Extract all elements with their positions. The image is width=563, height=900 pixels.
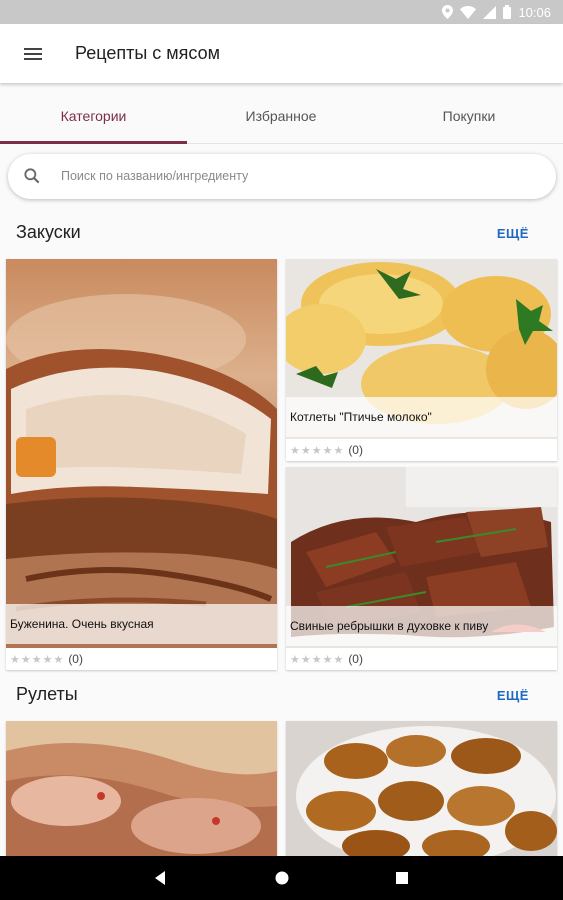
status-bar: 10:06 (0, 0, 563, 24)
section-title-rolls: Рулеты (16, 684, 78, 704)
recipe-card[interactable] (286, 721, 557, 861)
rating-stars-icon: ★★★★★ (290, 444, 345, 457)
more-button-snacks[interactable]: ЕЩЁ (497, 226, 529, 241)
recipe-rating: ★★★★★ (0) (286, 439, 557, 461)
recipe-card[interactable]: Свиные ребрышки в духовке к пиву ★★★★★ (… (286, 467, 557, 670)
rating-count: (0) (348, 443, 363, 457)
battery-icon (503, 5, 512, 19)
recipe-title: Буженина. Очень вкусная (6, 604, 277, 644)
tab-categories[interactable]: Категории (0, 87, 187, 144)
recipe-card[interactable]: Котлеты "Птичье молоко" ★★★★★ (0) (286, 259, 557, 461)
recipe-title: Котлеты "Птичье молоко" (286, 397, 557, 437)
rating-count: (0) (348, 652, 363, 666)
signal-icon (483, 5, 497, 19)
recipe-title: Свиные ребрышки в духовке к пиву (286, 606, 557, 646)
rating-stars-icon: ★★★★★ (10, 653, 65, 666)
recipe-image (286, 721, 557, 861)
navigation-bar (0, 856, 563, 900)
tab-favorites[interactable]: Избранное (187, 87, 375, 144)
tab-indicator (0, 141, 187, 144)
rating-stars-icon: ★★★★★ (290, 653, 345, 666)
rating-count: (0) (68, 652, 83, 666)
app-bar: Рецепты с мясом (0, 24, 563, 83)
search-placeholder: Поиск по названию/ингредиенту (61, 169, 249, 183)
status-icons: 10:06 (442, 0, 551, 24)
recipe-card[interactable] (6, 721, 277, 861)
recipe-rating: ★★★★★ (0) (286, 648, 557, 670)
wifi-icon (460, 5, 477, 19)
recipe-rating: ★★★★★ (0) (6, 648, 277, 670)
location-icon (442, 5, 454, 19)
recents-icon[interactable] (394, 870, 410, 886)
page-title: Рецепты с мясом (75, 43, 220, 63)
tab-bar: Категории Избранное Покупки (0, 87, 563, 144)
home-icon[interactable] (274, 870, 290, 886)
recipe-image (6, 259, 277, 648)
tab-shopping[interactable]: Покупки (375, 87, 563, 144)
status-time: 10:06 (518, 4, 551, 20)
recipe-image (6, 721, 277, 861)
hamburger-icon[interactable] (21, 42, 45, 66)
search-icon (24, 168, 40, 184)
back-icon[interactable] (152, 870, 168, 886)
section-title-snacks: Закуски (16, 222, 81, 242)
more-button-rolls[interactable]: ЕЩЁ (497, 688, 529, 703)
search-input[interactable]: Поиск по названию/ингредиенту (8, 154, 556, 199)
recipe-card[interactable]: Буженина. Очень вкусная ★★★★★ (0) (6, 259, 277, 670)
